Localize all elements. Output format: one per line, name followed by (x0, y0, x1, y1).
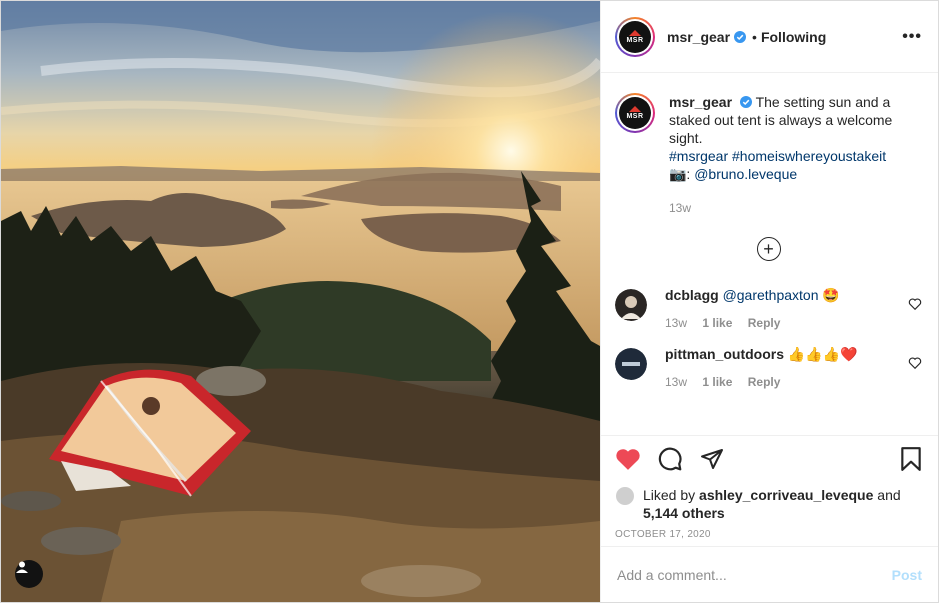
comment-icon[interactable] (657, 446, 683, 472)
commenter-avatar[interactable] (615, 348, 647, 380)
likes-others[interactable]: 5,144 others (643, 505, 725, 521)
comment-likes[interactable]: 1 like (702, 316, 732, 330)
comment-row: pittman_outdoors 👍👍👍❤️ 13w 1 like Reply (615, 346, 922, 389)
comment-input[interactable]: Add a comment... (617, 567, 727, 583)
profile-avatar[interactable]: MSR (615, 16, 655, 57)
post-button[interactable]: Post (892, 567, 922, 583)
likes-joiner: and (877, 487, 901, 503)
caption-hashtags[interactable]: #msrgear #homeiswhereyoustakeit (669, 147, 922, 165)
liker-username[interactable]: ashley_corriveau_leveque (699, 487, 873, 503)
comment-heart-icon[interactable] (908, 297, 922, 311)
user-tag-icon[interactable] (15, 560, 43, 588)
load-more-icon[interactable]: + (756, 237, 781, 261)
verified-badge-icon (739, 96, 752, 108)
following-button[interactable]: Following (761, 29, 826, 45)
comment-time: 13w (665, 316, 688, 330)
post-header: MSR msr_gear • Following ••• (601, 1, 938, 73)
camera-emoji: 📷: (669, 166, 691, 182)
add-comment-bar: Add a comment... Post (601, 546, 938, 602)
post-actions: Liked by ashley_corriveau_leveque and 5,… (601, 435, 938, 540)
like-heart-icon[interactable] (615, 447, 641, 471)
comment-username[interactable]: pittman_outdoors (665, 346, 784, 362)
caption: MSR msr_gear The setting sun and a stake… (615, 93, 922, 217)
avatar-logo-text: MSR (626, 113, 644, 120)
liker-avatar[interactable] (615, 486, 635, 506)
photo-credit-link[interactable]: @bruno.leveque (694, 166, 797, 182)
comment-row: dcblagg @garethpaxton 🤩 13w 1 like Reply (615, 287, 922, 330)
comment-emoji: 🤩 (822, 287, 840, 303)
commenter-avatar[interactable] (615, 289, 647, 321)
header-username[interactable]: msr_gear (667, 29, 730, 45)
share-icon[interactable] (699, 447, 725, 471)
reply-button[interactable]: Reply (748, 375, 781, 389)
more-options-icon[interactable]: ••• (902, 28, 922, 46)
avatar-logo-text: MSR (626, 36, 644, 44)
sunset-tent-image (1, 1, 600, 602)
comment-mention[interactable]: @garethpaxton (723, 287, 819, 303)
comment-time: 13w (665, 375, 688, 389)
post-sidebar: MSR msr_gear • Following ••• MSR msr_gea… (600, 1, 938, 602)
caption-time: 13w (669, 201, 692, 215)
comment-username[interactable]: dcblagg (665, 287, 719, 303)
comments-section: MSR msr_gear The setting sun and a stake… (601, 73, 938, 433)
likes-summary: Liked by ashley_corriveau_leveque and 5,… (615, 486, 922, 522)
comment-emoji: 👍👍👍❤️ (787, 346, 858, 362)
comment-heart-icon[interactable] (908, 356, 922, 370)
bookmark-icon[interactable] (900, 446, 922, 472)
likes-prefix: Liked by (643, 487, 696, 503)
verified-badge-icon (734, 30, 747, 43)
caption-username[interactable]: msr_gear (669, 94, 732, 110)
post-photo[interactable] (1, 1, 600, 602)
comment-likes[interactable]: 1 like (702, 375, 732, 389)
header-separator: • (752, 28, 757, 45)
caption-avatar[interactable]: MSR (615, 93, 655, 133)
post-date: OCTOBER 17, 2020 (615, 529, 711, 540)
reply-button[interactable]: Reply (748, 316, 781, 330)
